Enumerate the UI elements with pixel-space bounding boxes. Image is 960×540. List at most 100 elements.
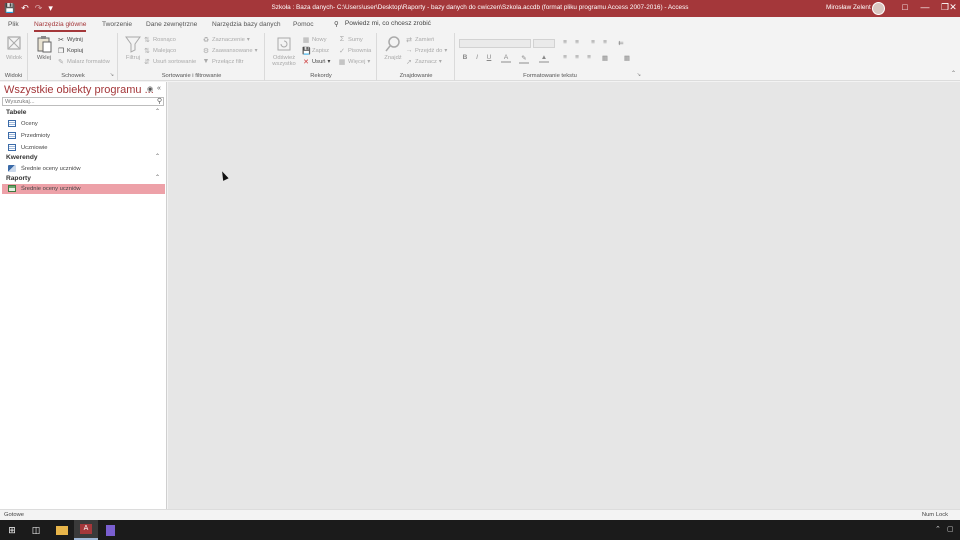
nav-item-table-uczniowie[interactable]: Uczniowie [2,143,165,153]
refresh-all-button[interactable]: Odśwież wszystko [269,35,299,67]
collapse-chevron-icon[interactable]: ⌃ [155,153,160,160]
replace-button[interactable]: ⇄ Zamień [405,36,434,44]
section-label: Kwerendy [6,154,38,161]
report-icon [8,185,16,192]
nav-item-report-srednie[interactable]: Średnie oceny uczniów [2,184,165,194]
nav-section-reports[interactable]: Raporty ⌃ [0,174,165,184]
magnifier-icon [385,36,400,52]
cut-button[interactable]: ✂ Wytnij [57,36,83,44]
tab-create[interactable]: Tworzenie [102,21,132,28]
underline-button[interactable]: U [484,54,494,61]
gridlines-icon[interactable]: ▦ [622,54,632,62]
minimize-icon[interactable]: — [916,2,934,12]
funnel-icon [125,36,141,53]
save-record-button[interactable]: 💾 Zapisz [302,47,329,55]
tell-me-box[interactable]: ⚲ Powiedz mi, co chcesz zrobić [334,20,431,28]
selection-button[interactable]: ♻ Zaznaczenie ▾ [202,36,250,44]
brush-icon: ✎ [58,59,64,66]
goto-button[interactable]: → Przejdź do ▾ [405,47,448,54]
search-icon[interactable]: ⚲ [157,97,162,105]
alternate-row-color-icon[interactable]: ▦ [600,54,610,62]
nav-item-query-srednie[interactable]: Średnie oceny uczniów [2,164,165,174]
numbering-icon[interactable]: ≡ [572,39,582,46]
font-color-icon[interactable]: A [501,54,511,63]
font-size-select[interactable] [533,39,555,48]
more-button[interactable]: ▦ Więcej ▾ [338,58,371,66]
tab-home[interactable]: Narzędzia główne [34,21,87,32]
align-right-icon[interactable]: ≡ [584,54,594,61]
nav-search-input[interactable] [3,98,153,106]
find-button[interactable]: Znajdź [382,35,404,61]
tab-database-tools[interactable]: Narzędzia bazy danych [212,21,281,28]
start-icon[interactable]: ⊞ [0,520,24,540]
copy-button[interactable]: ❐ Kopiuj [57,47,83,55]
bullets-icon[interactable]: ≡ [560,39,570,46]
group-label-find: Znajdowanie [399,73,433,79]
dropdown-icon: ▾ [367,59,371,65]
increase-indent-icon[interactable]: ≡ [600,39,610,46]
replace-label: Zamień [415,37,435,43]
remove-sort-button[interactable]: ⇵ Usuń sortowanie [143,58,196,66]
format-painter-button[interactable]: ✎ Malarz formatów [57,58,110,66]
task-view-icon[interactable]: ◫ [24,520,48,540]
nav-item-table-przedmioty[interactable]: Przedmioty [2,131,165,141]
new-record-button[interactable]: ▦ Nowy [302,36,327,44]
view-button[interactable]: Widok [4,35,24,61]
highlight-icon[interactable]: ✎ [519,54,529,64]
nav-item-label: Średnie oceny uczniów [21,186,81,192]
tray-chevron-icon[interactable]: ⌃ [935,525,941,533]
italic-button[interactable]: I [472,54,482,61]
align-center-icon[interactable]: ≡ [572,54,582,61]
group-label-sort-filter: Sortowanie i filtrowanie [161,73,222,79]
ribbon-display-icon[interactable]: □ [896,2,914,12]
delete-record-button[interactable]: ✕ Usuń ▾ [302,58,330,66]
collapse-chevron-icon[interactable]: ⌃ [155,108,160,115]
select-button[interactable]: ➚ Zaznacz ▾ [405,58,442,66]
decrease-indent-icon[interactable]: ≡ [588,39,598,46]
shutter-bar-icon[interactable]: « [157,85,161,92]
new-record-icon: ▦ [302,37,310,44]
save-record-label: Zapisz [312,48,330,54]
find-label: Znajdź [384,55,402,61]
save-record-icon: 💾 [302,48,311,55]
tab-external-data[interactable]: Dane zewnętrzne [146,21,197,28]
user-name[interactable]: Mirosław Zelent [826,4,871,11]
advanced-button[interactable]: ⚙ Zaawansowane ▾ [202,47,258,55]
bold-button[interactable]: B [460,54,470,61]
close-icon[interactable]: ✕ [944,2,960,13]
nav-pane-title[interactable]: Wszystkie obiekty programu ... [4,84,154,96]
font-name-select[interactable] [459,39,531,48]
tab-help[interactable]: Pomoc [293,21,314,28]
access-icon[interactable]: A [74,520,98,540]
totals-button[interactable]: Σ Sumy [338,36,363,43]
nav-item-table-oceny[interactable]: Oceny [2,119,165,129]
avatar[interactable] [872,2,885,15]
notifications-icon[interactable]: ▢ [947,525,954,533]
toggle-filter-button[interactable]: ▼ Przełącz filtr [202,58,244,65]
notepad-icon[interactable] [98,520,122,540]
clipboard-launcher-icon[interactable]: ↘ [110,72,114,78]
sort-descending-button[interactable]: ⇅ Malejąco [143,47,176,55]
nav-menu-icon[interactable]: ◉ [147,85,153,93]
tab-file[interactable]: Plik [8,21,19,28]
text-formatting-launcher-icon[interactable]: ↘ [637,72,641,78]
sort-ascending-button[interactable]: ⇅ Rosnąco [143,36,176,44]
windows-taskbar: ⊞ ◫ A ⌃ ▢ [0,520,960,540]
collapse-chevron-icon[interactable]: ⌃ [155,174,160,181]
paste-button[interactable]: Wklej [33,35,55,61]
spelling-button[interactable]: ✓ Pisownia [338,47,371,55]
collapse-ribbon-icon[interactable]: ⌃ [951,70,956,77]
remove-sort-label: Usuń sortowanie [153,59,197,65]
paragraph-direction-icon[interactable]: ⇇ [616,39,626,47]
nav-section-tables[interactable]: Tabele ⌃ [0,108,165,118]
view-icon [7,36,21,50]
section-label: Raporty [6,175,31,182]
window-title: Szkoła : Baza danych- C:\Users\user\Desk… [271,4,689,11]
query-icon [8,165,16,172]
filter-button[interactable]: Filtruj [123,35,143,61]
background-color-icon[interactable]: ▲ [539,54,549,63]
file-explorer-icon[interactable] [50,520,74,540]
group-label-text-formatting: Formatowanie tekstu [523,73,577,79]
align-left-icon[interactable]: ≡ [560,54,570,61]
nav-section-queries[interactable]: Kwerendy ⌃ [0,153,165,163]
